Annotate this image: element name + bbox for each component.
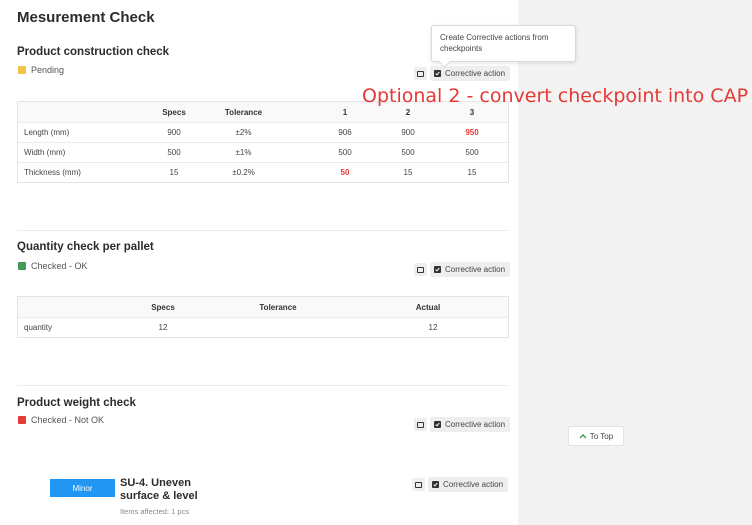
corrective-action-label: Corrective action	[445, 69, 506, 78]
to-top-label: To Top	[589, 431, 614, 441]
table-cell: 500	[167, 148, 181, 157]
table-header: Specs	[162, 107, 186, 117]
table-row: Length (mm) 900 ±2% 906 900 950	[18, 122, 508, 142]
comment-icon	[417, 266, 424, 273]
defect-items-affected: Items affected: 1 pcs	[120, 507, 190, 516]
section-divider	[17, 230, 509, 231]
annotation-text: Optional 2 - convert checkpoint into CAP	[362, 85, 749, 107]
section-title-construction: Product construction check	[17, 46, 170, 58]
section-title-weight: Product weight check	[17, 397, 136, 409]
corrective-action-button[interactable]: Corrective action	[428, 477, 509, 492]
checkbox-icon	[434, 70, 441, 77]
table-cell: ±1%	[235, 148, 252, 157]
to-top-button[interactable]: To Top	[568, 426, 624, 446]
corrective-action-button[interactable]: Corrective action	[430, 66, 511, 81]
corrective-action-tooltip: Create Corrective actions from checkpoin…	[431, 25, 576, 62]
corrective-action-label: Corrective action	[443, 480, 504, 489]
table-cell: 15	[467, 168, 477, 177]
table-cell: ±2%	[235, 128, 252, 137]
defect-title: SU-4. Uneven surface & level	[120, 477, 198, 502]
table-header-row: Specs Tolerance Actual	[18, 297, 508, 317]
comment-icon	[417, 70, 424, 77]
comment-button[interactable]	[412, 478, 425, 491]
main-content: Mesurement Check Product construction ch…	[0, 0, 518, 525]
status-indicator-icon	[18, 262, 26, 270]
table-cell: 906	[338, 128, 352, 137]
comment-icon	[417, 421, 424, 428]
corrective-action-label: Corrective action	[445, 420, 506, 429]
table-cell-label: Thickness (mm)	[24, 168, 81, 177]
table-cell-label: quantity	[24, 323, 53, 332]
status-indicator-icon	[18, 66, 26, 74]
comment-button[interactable]	[414, 67, 427, 80]
table-cell-out-of-tolerance: 950	[465, 128, 479, 137]
table-header: Specs	[151, 302, 175, 312]
section-title-quantity: Quantity check per pallet	[17, 241, 154, 253]
table-cell: 500	[338, 148, 352, 157]
section-divider	[17, 385, 509, 386]
table-cell	[248, 318, 308, 337]
table-header: Actual	[415, 302, 441, 312]
status-text: Checked - OK	[31, 261, 88, 271]
status-badge: Pending	[18, 65, 64, 75]
status-text: Checked - Not OK	[31, 415, 105, 425]
status-badge: Checked - Not OK	[18, 415, 104, 425]
chevron-up-icon	[579, 434, 587, 439]
table-row: Width (mm) 500 ±1% 500 500 500	[18, 142, 508, 162]
status-badge: Checked - OK	[18, 261, 88, 271]
comment-button[interactable]	[414, 418, 427, 431]
table-cell: 500	[401, 148, 415, 157]
table-cell-label: Length (mm)	[24, 128, 70, 137]
table-cell: 900	[401, 128, 415, 137]
corrective-action-button[interactable]: Corrective action	[430, 262, 511, 277]
measurement-table: Specs Tolerance 1 2 3 Length (mm) 900 ±2…	[17, 101, 509, 183]
checkbox-icon	[434, 421, 441, 428]
table-cell: 15	[403, 168, 413, 177]
table-header: 1	[342, 107, 348, 117]
table-row: quantity 12 12	[18, 317, 508, 337]
severity-badge: Minor	[50, 479, 115, 497]
table-cell: 500	[465, 148, 479, 157]
table-cell: 12	[158, 323, 168, 332]
corrective-action-label: Corrective action	[445, 265, 506, 274]
page-title: Mesurement Check	[17, 9, 155, 26]
table-cell: 900	[167, 128, 181, 137]
table-cell-label: Width (mm)	[24, 148, 66, 157]
comment-button[interactable]	[414, 263, 427, 276]
quantity-table: Specs Tolerance Actual quantity 12 12	[17, 296, 509, 338]
table-cell: ±0.2%	[232, 168, 255, 177]
table-row: Thickness (mm) 15 ±0.2% 50 15 15	[18, 162, 508, 182]
checkbox-icon	[432, 481, 439, 488]
status-indicator-icon	[18, 416, 26, 424]
table-cell: 12	[428, 323, 438, 332]
table-cell: 15	[169, 168, 179, 177]
status-text: Pending	[31, 65, 65, 75]
table-header: Tolerance	[259, 302, 297, 312]
table-cell-out-of-tolerance: 50	[340, 168, 350, 177]
table-header: Tolerance	[224, 107, 263, 117]
comment-icon	[415, 481, 422, 488]
checkbox-icon	[434, 266, 441, 273]
corrective-action-button[interactable]: Corrective action	[430, 417, 511, 432]
